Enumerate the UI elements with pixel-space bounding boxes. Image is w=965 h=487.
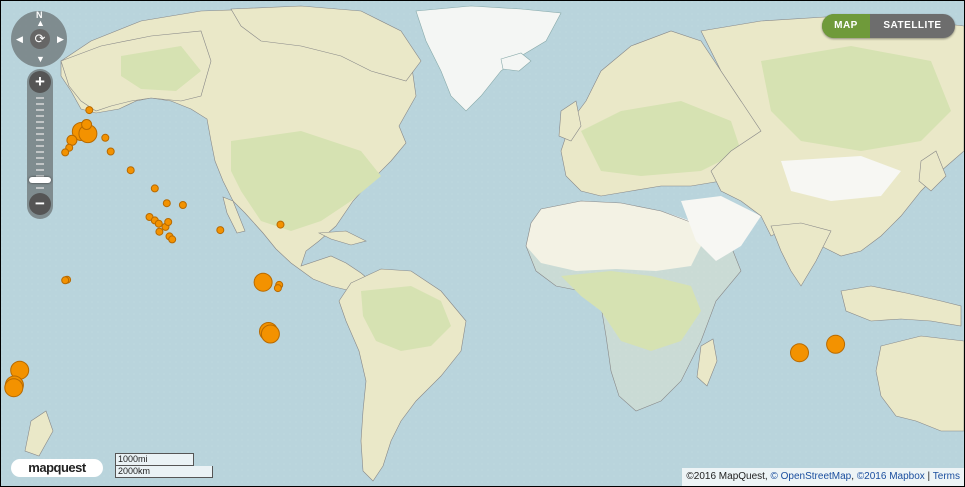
earthquake-marker[interactable] bbox=[178, 201, 187, 209]
pan-right-icon[interactable]: ▶ bbox=[57, 35, 64, 44]
earthquake-marker[interactable] bbox=[790, 343, 809, 363]
map-viewport[interactable]: N ▲ ▼ ◀ ▶ ⟳ + − MAP SATELLITE mapquest 1… bbox=[0, 0, 965, 487]
attribution-divider: | bbox=[924, 471, 933, 482]
mapbox-link[interactable]: ©2016 Mapbox bbox=[857, 471, 925, 482]
map-view-button[interactable]: MAP bbox=[822, 14, 870, 38]
earthquake-marker[interactable] bbox=[276, 220, 285, 229]
zoom-in-button[interactable]: + bbox=[29, 71, 51, 93]
earthquake-marker[interactable] bbox=[164, 218, 173, 226]
earthquake-marker[interactable] bbox=[61, 276, 70, 285]
scale-bar-kilometers: 2000km bbox=[115, 466, 213, 478]
pan-left-icon[interactable]: ◀ bbox=[16, 35, 23, 44]
mapquest-copyright: ©2016 MapQuest, bbox=[686, 471, 771, 482]
earthquake-marker[interactable] bbox=[253, 272, 273, 292]
earthquake-marker[interactable] bbox=[126, 166, 135, 175]
pan-down-icon[interactable]: ▼ bbox=[36, 55, 45, 64]
earthquake-marker[interactable] bbox=[216, 226, 225, 235]
openstreetmap-link[interactable]: © OpenStreetMap bbox=[771, 471, 852, 482]
earthquake-marker[interactable] bbox=[61, 148, 70, 157]
map-type-toggle: MAP SATELLITE bbox=[822, 14, 955, 38]
earthquake-marker[interactable] bbox=[101, 133, 110, 142]
zoom-out-button[interactable]: − bbox=[29, 193, 51, 215]
mapquest-logo[interactable]: mapquest bbox=[11, 459, 103, 477]
earthquake-marker[interactable] bbox=[4, 378, 24, 398]
earthquake-marker[interactable] bbox=[826, 334, 846, 354]
earthquake-marker[interactable] bbox=[155, 227, 164, 236]
earthquake-marker[interactable] bbox=[168, 235, 177, 244]
attribution: ©2016 MapQuest, © OpenStreetMap, ©2016 M… bbox=[682, 468, 964, 486]
zoom-slider-handle[interactable] bbox=[29, 177, 51, 183]
earthquake-marker[interactable] bbox=[162, 199, 171, 208]
scale-bar-miles: 1000mi bbox=[115, 453, 194, 466]
earthquake-marker[interactable] bbox=[85, 106, 94, 115]
earthquake-marker[interactable] bbox=[154, 219, 163, 228]
earthquake-marker[interactable] bbox=[81, 119, 93, 130]
zoom-control: + − bbox=[27, 69, 53, 219]
pan-up-icon[interactable]: ▲ bbox=[36, 19, 45, 28]
basemap[interactable] bbox=[1, 1, 964, 486]
terms-link[interactable]: Terms bbox=[933, 471, 960, 482]
satellite-view-button[interactable]: SATELLITE bbox=[870, 14, 955, 38]
earthquake-marker[interactable] bbox=[106, 147, 115, 156]
earthquake-marker[interactable] bbox=[260, 324, 280, 344]
earthquake-marker[interactable] bbox=[273, 284, 282, 293]
earthquake-marker[interactable] bbox=[150, 184, 159, 193]
rotate-icon[interactable]: ⟳ bbox=[30, 29, 50, 49]
